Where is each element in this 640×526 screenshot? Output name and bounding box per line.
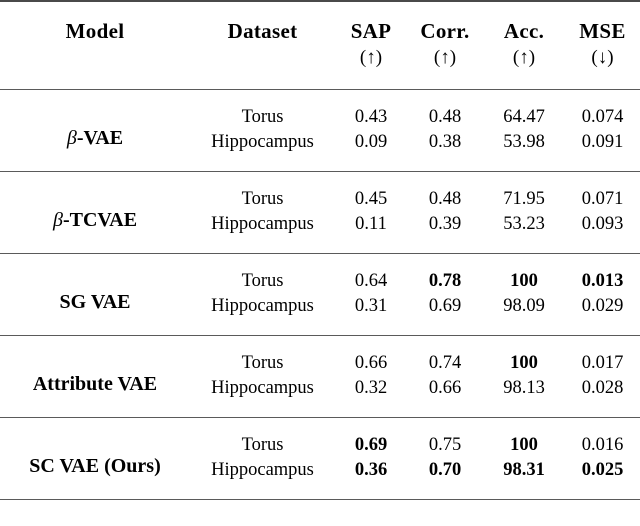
column-header-dataset: Dataset bbox=[227, 19, 298, 43]
cell-acc: 64.47 bbox=[503, 107, 545, 127]
dataset-label: Torus bbox=[241, 271, 284, 291]
model-name-text: -VAE bbox=[76, 126, 124, 149]
table-row: β-TCVAE Torus 0.45 0.48 71.95 0.071 bbox=[0, 172, 640, 231]
cell-corr: 0.39 bbox=[428, 214, 462, 234]
table-row: SC VAE (Ours) Torus 0.69 0.75 100 0.016 bbox=[0, 418, 640, 477]
cell-mse: 0.025 bbox=[581, 460, 624, 480]
cell-mse: 0.071 bbox=[581, 189, 624, 209]
beta-symbol: β bbox=[66, 126, 77, 149]
model-label-2: SG VAE bbox=[0, 254, 190, 336]
table-row: SG VAE Torus 0.64 0.78 100 0.013 bbox=[0, 254, 640, 313]
rule-bottom bbox=[0, 499, 640, 500]
model-name-text: SC VAE (Ours) bbox=[29, 454, 161, 477]
model-name-text: Attribute VAE bbox=[32, 372, 158, 395]
column-arrow-acc: (↑) bbox=[512, 47, 536, 68]
cell-acc: 53.98 bbox=[503, 132, 545, 152]
cell-corr: 0.69 bbox=[428, 296, 462, 316]
model-label-1: β-TCVAE bbox=[0, 172, 190, 254]
column-header-acc: Acc. bbox=[503, 19, 545, 43]
cell-sap: 0.45 bbox=[354, 189, 388, 209]
model-label-4: SC VAE (Ours) bbox=[0, 418, 190, 500]
results-table: Model Dataset SAP Corr. Acc. MSE (↑) (↑)… bbox=[0, 0, 640, 500]
dataset-label: Hippocampus bbox=[211, 296, 314, 316]
cell-corr: 0.74 bbox=[428, 353, 462, 373]
column-arrow-model bbox=[0, 45, 190, 90]
dataset-label: Hippocampus bbox=[211, 460, 314, 480]
cell-acc: 98.31 bbox=[503, 460, 545, 480]
column-arrow-mse: (↓) bbox=[591, 47, 614, 68]
dataset-label: Torus bbox=[241, 435, 284, 455]
cell-mse: 0.074 bbox=[581, 107, 624, 127]
column-arrow-corr: (↑) bbox=[433, 47, 457, 68]
dataset-label: Hippocampus bbox=[211, 378, 314, 398]
cell-acc: 100 bbox=[510, 271, 538, 291]
cell-corr: 0.75 bbox=[428, 435, 462, 455]
column-header-mse: MSE bbox=[579, 19, 626, 43]
cell-sap: 0.31 bbox=[354, 296, 388, 316]
cell-sap: 0.43 bbox=[354, 107, 388, 127]
cell-mse: 0.091 bbox=[581, 132, 624, 152]
cell-sap: 0.09 bbox=[354, 132, 388, 152]
table-row: β-VAE Torus 0.43 0.48 64.47 0.074 bbox=[0, 90, 640, 149]
cell-sap: 0.32 bbox=[354, 378, 388, 398]
cell-sap: 0.36 bbox=[354, 460, 388, 480]
model-label-3: Attribute VAE bbox=[0, 336, 190, 418]
table-row: Attribute VAE Torus 0.66 0.74 100 0.017 bbox=[0, 336, 640, 395]
column-header-corr: Corr. bbox=[420, 19, 470, 43]
header-row-labels: Model Dataset SAP Corr. Acc. MSE bbox=[0, 2, 640, 45]
table-body: Model Dataset SAP Corr. Acc. MSE (↑) (↑)… bbox=[0, 0, 640, 500]
cell-acc: 100 bbox=[510, 353, 538, 373]
cell-mse: 0.013 bbox=[581, 271, 624, 291]
model-name-text: SG VAE bbox=[59, 290, 131, 313]
cell-sap: 0.64 bbox=[354, 271, 388, 291]
cell-mse: 0.017 bbox=[581, 353, 624, 373]
cell-corr: 0.70 bbox=[428, 460, 462, 480]
cell-mse: 0.093 bbox=[581, 214, 624, 234]
cell-mse: 0.028 bbox=[581, 378, 624, 398]
cell-acc: 53.23 bbox=[503, 214, 545, 234]
cell-sap: 0.69 bbox=[354, 435, 388, 455]
cell-sap: 0.66 bbox=[354, 353, 388, 373]
column-header-sap: SAP bbox=[350, 19, 392, 43]
model-name-text: -TCVAE bbox=[62, 208, 138, 231]
cell-corr: 0.66 bbox=[428, 378, 462, 398]
results-table-figure: Model Dataset SAP Corr. Acc. MSE (↑) (↑)… bbox=[0, 0, 640, 526]
beta-symbol: β bbox=[52, 208, 63, 231]
column-arrow-sap: (↑) bbox=[359, 47, 383, 68]
cell-corr: 0.48 bbox=[428, 107, 462, 127]
header-row-arrows: (↑) (↑) (↑) (↓) bbox=[0, 45, 640, 90]
cell-acc: 71.95 bbox=[503, 189, 545, 209]
column-arrow-dataset bbox=[190, 45, 335, 90]
cell-mse: 0.029 bbox=[581, 296, 624, 316]
dataset-label: Hippocampus bbox=[211, 132, 314, 152]
dataset-label: Torus bbox=[241, 353, 284, 373]
column-header-model: Model bbox=[65, 19, 125, 43]
cell-acc: 98.13 bbox=[503, 378, 545, 398]
cell-corr: 0.48 bbox=[428, 189, 462, 209]
cell-corr: 0.78 bbox=[428, 271, 462, 291]
cell-sap: 0.11 bbox=[355, 214, 387, 234]
cell-acc: 100 bbox=[510, 435, 538, 455]
model-label-0: β-VAE bbox=[0, 90, 190, 172]
dataset-label: Torus bbox=[241, 107, 284, 127]
cell-acc: 98.09 bbox=[503, 296, 545, 316]
cell-mse: 0.016 bbox=[581, 435, 624, 455]
cell-corr: 0.38 bbox=[428, 132, 462, 152]
dataset-label: Torus bbox=[241, 189, 284, 209]
dataset-label: Hippocampus bbox=[211, 214, 314, 234]
